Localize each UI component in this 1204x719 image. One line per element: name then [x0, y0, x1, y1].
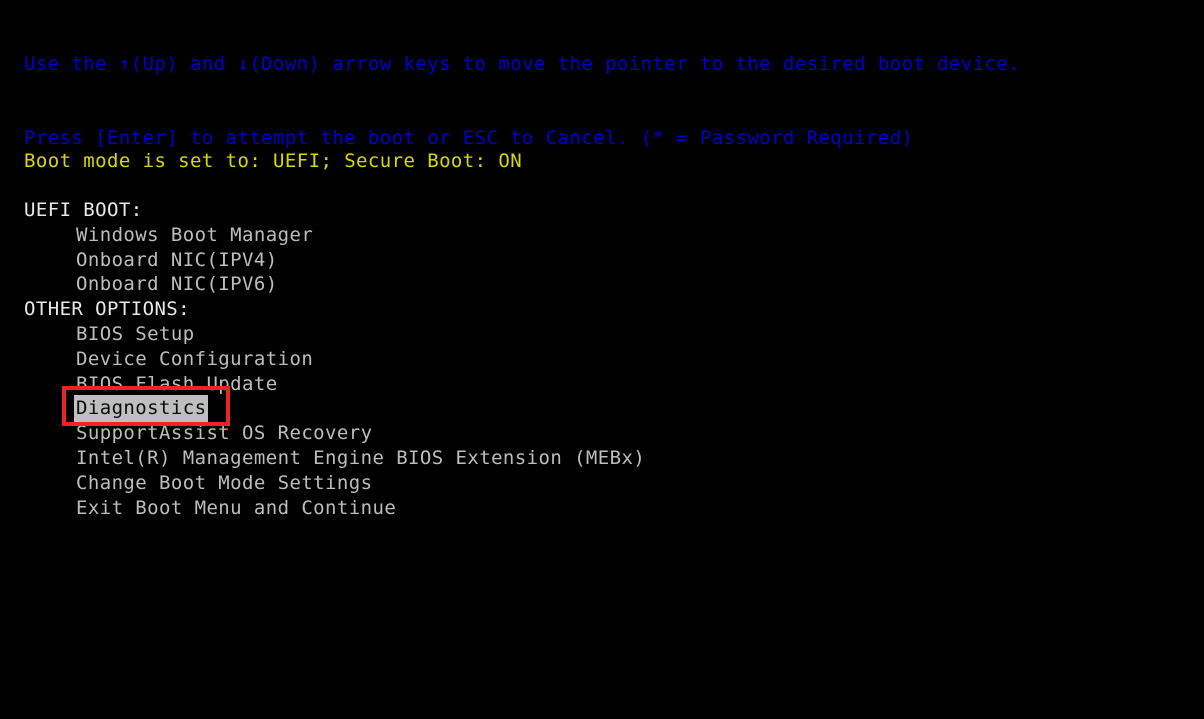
- boot-menu-item[interactable]: Change Boot Mode Settings: [24, 471, 645, 496]
- boot-menu-item[interactable]: Intel(R) Management Engine BIOS Extensio…: [24, 446, 645, 471]
- boot-menu-item-label: Onboard NIC(IPV6): [76, 273, 278, 296]
- boot-menu-item[interactable]: Exit Boot Menu and Continue: [24, 496, 645, 521]
- boot-menu-item[interactable]: Device Configuration: [24, 347, 645, 372]
- boot-menu-item-label: BIOS Setup: [76, 322, 195, 345]
- boot-menu-item-label: Change Boot Mode Settings: [76, 471, 373, 494]
- boot-menu-item-label: Windows Boot Manager: [76, 223, 314, 246]
- menu-section-header: OTHER OPTIONS:: [24, 298, 191, 321]
- boot-menu-item[interactable]: BIOS Flash Update: [24, 372, 645, 397]
- boot-menu-item[interactable]: Windows Boot Manager: [24, 223, 645, 248]
- boot-menu-item-label: Diagnostics: [74, 395, 209, 423]
- bios-boot-menu-screen: Use the ↑(Up) and ↓(Down) arrow keys to …: [0, 0, 1204, 719]
- instruction-line-1: Use the ↑(Up) and ↓(Down) arrow keys to …: [24, 52, 1021, 75]
- boot-menu-item-label: Exit Boot Menu and Continue: [76, 496, 397, 519]
- boot-menu-item-label: Onboard NIC(IPV4): [76, 248, 278, 271]
- boot-menu-list: UEFI BOOT: Windows Boot Manager Onboard NI…: [24, 198, 645, 520]
- menu-section-header: UEFI BOOT:: [24, 199, 143, 221]
- instruction-line-2: Press [Enter] to attempt the boot or ESC…: [24, 126, 914, 149]
- boot-menu-item[interactable]: Diagnostics: [24, 395, 645, 423]
- boot-menu-item[interactable]: SupportAssist OS Recovery: [24, 421, 645, 446]
- boot-menu-item[interactable]: Onboard NIC(IPV4): [24, 248, 645, 273]
- boot-menu-item-label: Intel(R) Management Engine BIOS Extensio…: [76, 446, 646, 469]
- boot-menu-item[interactable]: Onboard NIC(IPV6): [24, 272, 645, 297]
- boot-menu-item[interactable]: BIOS Setup: [24, 322, 645, 347]
- boot-menu-item-label: BIOS Flash Update: [76, 372, 278, 395]
- boot-menu-item-label: SupportAssist OS Recovery: [76, 422, 373, 445]
- boot-mode-status: Boot mode is set to: UEFI; Secure Boot: …: [24, 150, 523, 172]
- boot-menu-item-label: Device Configuration: [76, 347, 314, 370]
